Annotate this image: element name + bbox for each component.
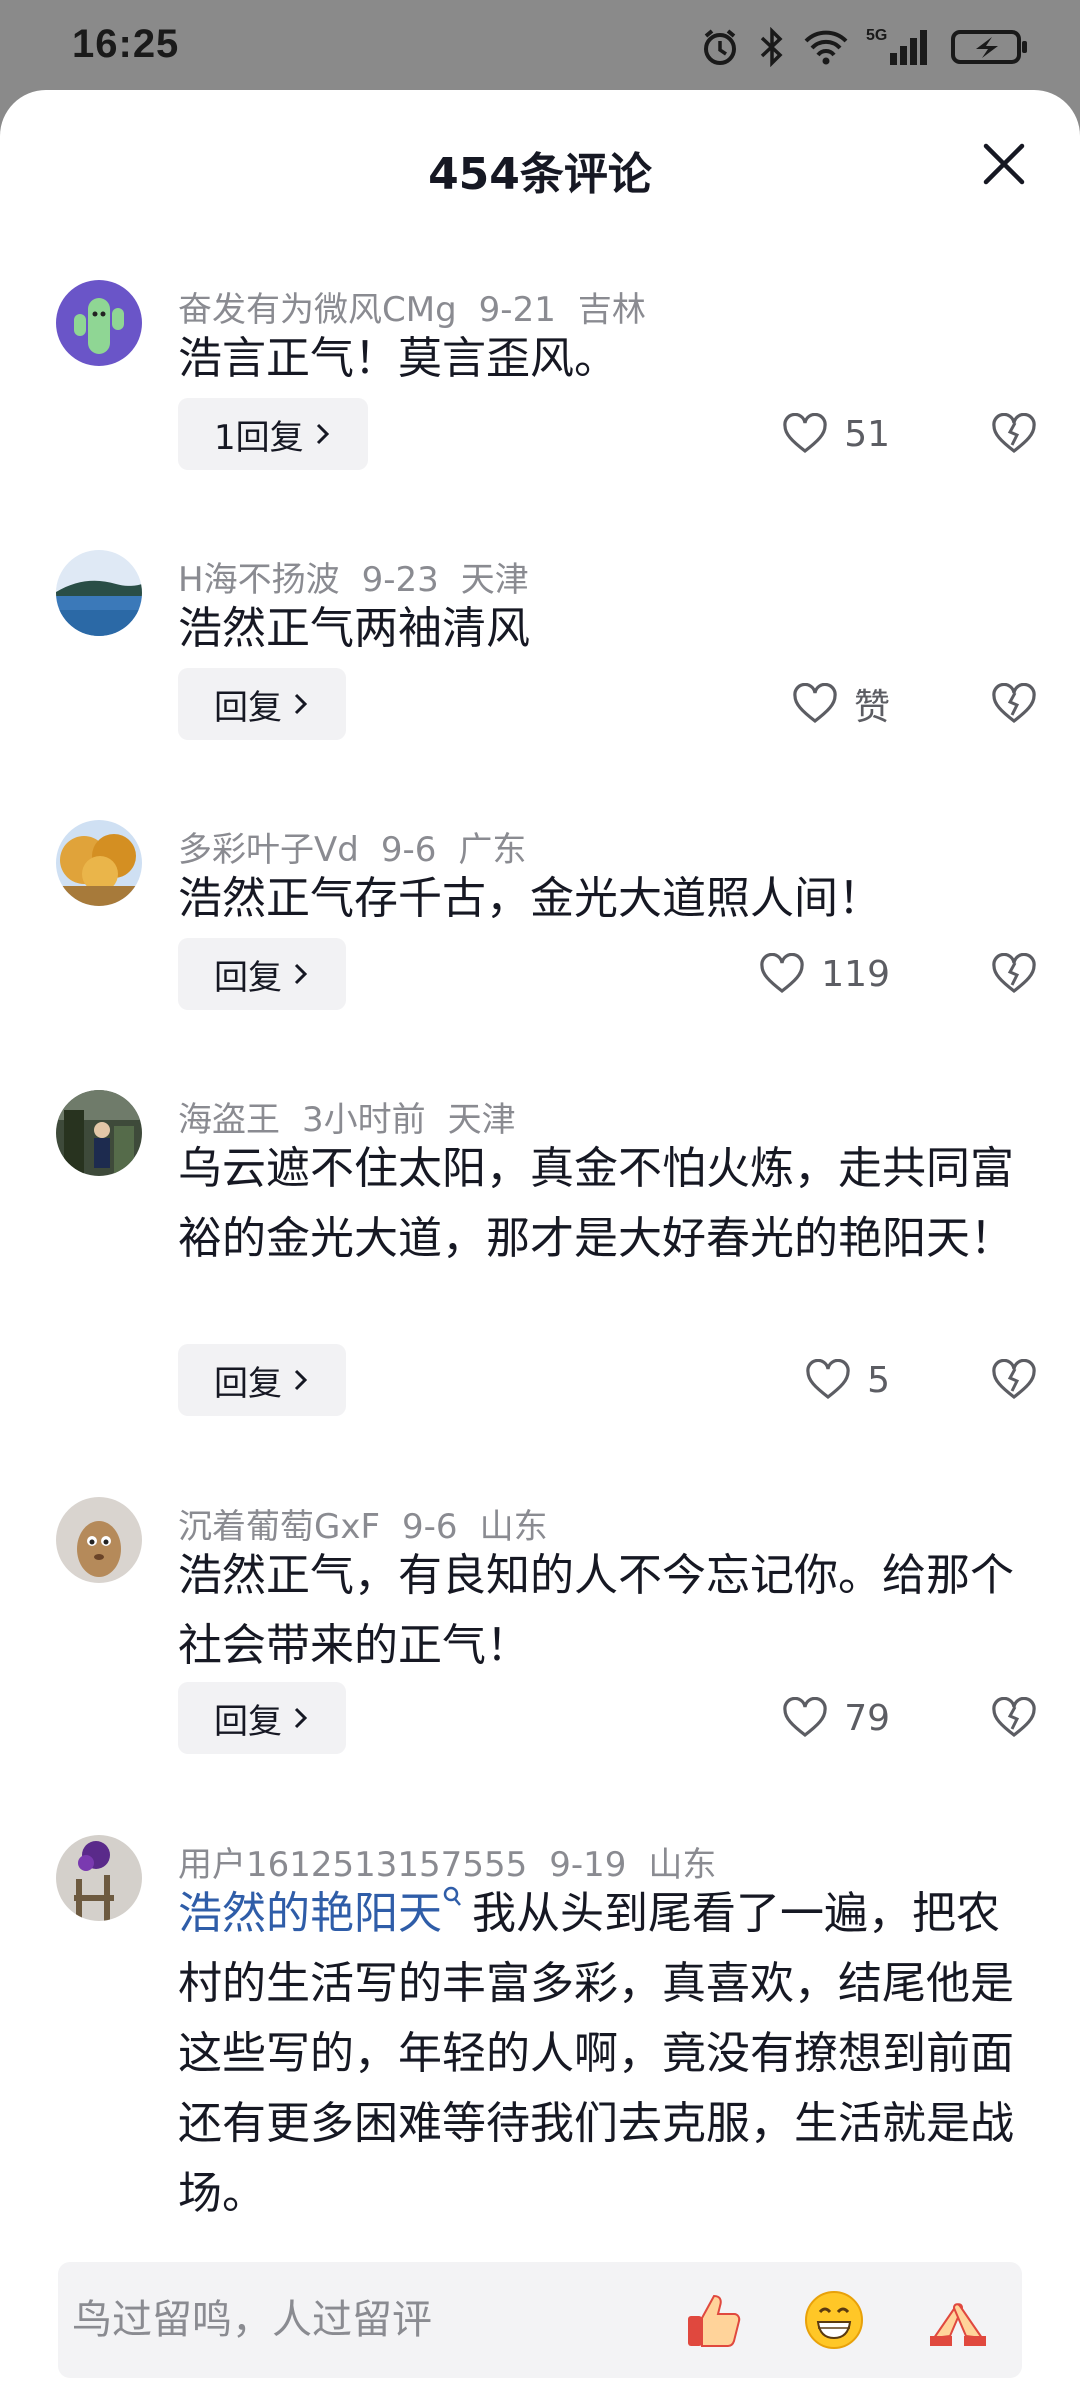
- heart-icon: [783, 1697, 827, 1738]
- comment-text: 浩言正气！莫言歪风。: [178, 333, 618, 384]
- reply-button[interactable]: 回复: [178, 1682, 346, 1754]
- comment-item: 奋发有为微风CMg 9-21 吉林 浩言正气！莫言歪风。 1回复 51: [0, 280, 1080, 540]
- comments-sheet: 454条评论 奋发有为微风CMg 9-21 吉林 浩言正气！莫言歪风。 1回复 51…: [0, 90, 1080, 2400]
- chevron-right-icon: [294, 963, 308, 985]
- like-count: 5: [867, 1359, 890, 1401]
- comment-text: 浩然正气存千古，金光大道照人间！: [178, 873, 882, 924]
- reply-label: 回复: [214, 687, 282, 728]
- like-count: 赞: [853, 687, 890, 728]
- comment-item: 多彩叶子Vd 9-6 广东 浩然正气存千古，金光大道照人间！ 回复 119: [0, 820, 1080, 1080]
- dislike-button[interactable]: [986, 398, 1042, 470]
- close-icon[interactable]: [978, 138, 1030, 190]
- broken-heart-icon: [992, 953, 1036, 994]
- avatar[interactable]: [56, 550, 142, 636]
- comment-item: 沉着葡萄GxF 9-6 山东 浩然正气，有良知的人不今忘记你。给那个社会带来的正气！…: [0, 1497, 1080, 1827]
- wifi-icon: [804, 30, 848, 65]
- reply-label: 1回复: [214, 417, 304, 458]
- status-bar: 16:25 5G: [0, 0, 1080, 92]
- reply-button[interactable]: 回复: [178, 1344, 346, 1416]
- like-button[interactable]: 赞: [792, 668, 890, 740]
- avatar[interactable]: [56, 280, 142, 366]
- like-count: 51: [844, 413, 890, 455]
- comment-item: 海盗王 3小时前 天津 乌云遮不住太阳，真金不怕火炼，走共同富裕的金光大道，那才是大…: [0, 1090, 1080, 1490]
- comment-text: 乌云遮不住太阳，真金不怕火炼，走共同富裕的金光大道，那才是大好春光的艳阳天！: [178, 1143, 1014, 1264]
- comment-item: 用户1612513157555 9-19 山东 浩然的艳阳天 我从头到尾看了一遍，把农…: [0, 1835, 1080, 2295]
- thumbs-up-icon[interactable]: [682, 2288, 746, 2352]
- reply-button[interactable]: 回复: [178, 938, 346, 1010]
- like-count: 79: [844, 1697, 890, 1739]
- like-button[interactable]: 5: [805, 1344, 890, 1416]
- like-button[interactable]: 51: [782, 398, 890, 470]
- dislike-button[interactable]: [986, 668, 1042, 740]
- bluetooth-icon: [760, 27, 783, 67]
- avatar[interactable]: [56, 1497, 142, 1583]
- comment-text: 浩然正气两袖清风: [178, 603, 530, 654]
- alarm-icon: [704, 29, 736, 65]
- broken-heart-icon: [992, 1359, 1036, 1400]
- like-button[interactable]: 79: [782, 1682, 890, 1754]
- broken-heart-icon: [992, 413, 1036, 454]
- chevron-right-icon: [294, 1369, 308, 1391]
- comment-input-bar[interactable]: 鸟过留鸣，人过留评: [58, 2262, 1022, 2378]
- heart-icon: [760, 953, 804, 994]
- status-icons: 5G: [700, 22, 1030, 72]
- broken-heart-icon: [992, 683, 1036, 724]
- avatar[interactable]: [56, 1090, 142, 1176]
- heart-icon: [783, 413, 827, 454]
- clap-icon[interactable]: [926, 2288, 990, 2352]
- reply-button[interactable]: 回复: [178, 668, 346, 740]
- reply-label: 回复: [214, 1701, 282, 1742]
- like-count: 119: [821, 953, 890, 995]
- signal-icon: 5G: [866, 27, 932, 67]
- chevron-right-icon: [316, 423, 329, 445]
- like-button[interactable]: 119: [759, 938, 890, 1010]
- grin-icon[interactable]: [802, 2288, 866, 2352]
- comment-text: 浩然的艳阳天 我从头到尾看了一遍，把农村的生活写的丰富多彩，真喜欢，结尾他是这些写…: [178, 1879, 1028, 2229]
- dislike-button[interactable]: [986, 938, 1042, 1010]
- heart-icon: [806, 1359, 850, 1400]
- dislike-button[interactable]: [986, 1682, 1042, 1754]
- chevron-right-icon: [294, 693, 308, 715]
- avatar[interactable]: [56, 820, 142, 906]
- avatar[interactable]: [56, 1835, 142, 1921]
- comment-input[interactable]: 鸟过留鸣，人过留评: [72, 2262, 432, 2378]
- heart-icon: [793, 683, 837, 724]
- reply-button[interactable]: 1回复: [178, 398, 368, 470]
- chevron-right-icon: [294, 1707, 308, 1729]
- broken-heart-icon: [992, 1697, 1036, 1738]
- status-time: 16:25: [72, 22, 180, 66]
- comment-item: H海不扬波 9-23 天津 浩然正气两袖清风 回复 赞: [0, 550, 1080, 810]
- comment-text: 浩然正气，有良知的人不今忘记你。给那个社会带来的正气！: [178, 1550, 1014, 1671]
- topic-link[interactable]: 浩然的艳阳天: [178, 1888, 442, 1939]
- comments-count-title: 454条评论: [428, 149, 652, 200]
- reply-label: 回复: [214, 1363, 282, 1404]
- reply-label: 回复: [214, 957, 282, 998]
- battery-icon: [951, 30, 1027, 64]
- search-icon[interactable]: [442, 1885, 464, 1911]
- dislike-button[interactable]: [986, 1344, 1042, 1416]
